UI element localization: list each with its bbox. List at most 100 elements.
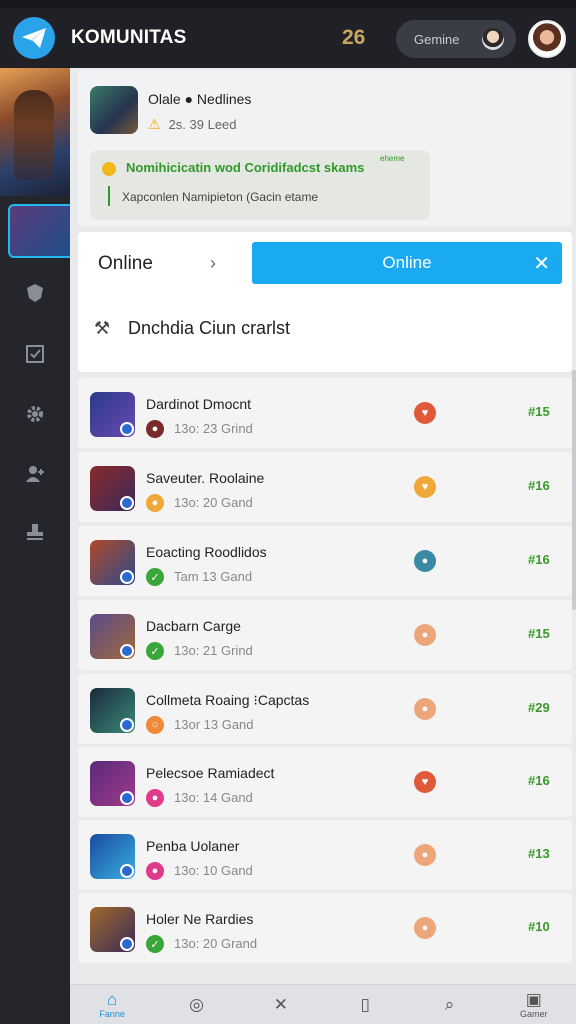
item-rank: #16 [528, 478, 550, 493]
list-item[interactable]: Eoacting Roodlidos ✓ Tam 13 Gand ● #16 [78, 526, 572, 596]
news-title: Olale ● Nedlines [148, 91, 252, 107]
item-title: Pelecsoe Ramiadect [146, 765, 275, 781]
bottom-navigation: ⌂ Fanne ◎ ✕ ▯ ⌕ ▣ Gamer [70, 984, 576, 1024]
reaction-icon[interactable]: ♥ [414, 402, 436, 424]
notice-body: Xapconlen Namipieton (Gacin etame [122, 190, 319, 204]
profile-label: Gemine [414, 31, 460, 47]
reaction-icon[interactable]: ● [414, 624, 436, 646]
warning-icon: ⚠ [148, 116, 161, 132]
status-icon: ● [146, 420, 164, 438]
nav-label: Fanne [99, 1008, 125, 1019]
coin-icon [102, 162, 116, 176]
sidebar-shield-icon[interactable] [22, 280, 48, 306]
app-logo-icon[interactable] [13, 17, 55, 59]
item-title: Dardinot Dmocnt [146, 396, 252, 412]
filter-card: Online › Online ✕ ⚒ Dnchdia Ciun crarlst [78, 232, 572, 372]
item-meta: 13or 13 Gand [174, 717, 254, 732]
sidebar-add-user-icon[interactable] [22, 461, 48, 487]
status-icon: ✓ [146, 568, 164, 586]
list-item[interactable]: Penba Uolaner ● 13o: 10 Gand ● #13 [78, 820, 572, 890]
list-item[interactable]: Collmeta Roaing ⁝Capctas ○ 13or 13 Gand ● #2… [78, 674, 572, 744]
tab-online-active[interactable]: Online ✕ [252, 242, 562, 284]
list-item[interactable]: Saveuter. Roolaine ● 13o: 20 Gand ♥ #16 [78, 452, 572, 522]
chevron-right-icon[interactable]: › [210, 253, 216, 274]
verified-badge-icon [120, 570, 134, 584]
nav-item-search[interactable]: ⌕ [407, 985, 491, 1024]
status-icon: ✓ [146, 935, 164, 953]
item-meta: 13o: 23 Grind [174, 421, 253, 436]
verified-badge-icon [120, 718, 134, 732]
item-meta: 13o: 10 Gand [174, 863, 253, 878]
item-title: Saveuter. Roolaine [146, 470, 265, 486]
item-title: Dacbarn Carge [146, 618, 241, 634]
section-title: Dnchdia Ciun crarlst [128, 318, 291, 338]
notice-title: Nomihicicatin wod Coridifadcst skams [126, 160, 365, 175]
user-avatar[interactable] [528, 20, 566, 58]
news-card[interactable]: Olale ● Nedlines ⚠ 2s. 39 Leed Nomihicic… [78, 70, 572, 226]
reaction-icon[interactable]: ♥ [414, 476, 436, 498]
sidebar-stamp-icon[interactable] [22, 519, 48, 545]
sidebar-gear-icon[interactable] [22, 401, 48, 427]
verified-badge-icon [120, 864, 134, 878]
status-icon: ● [146, 494, 164, 512]
reaction-icon[interactable]: ● [414, 844, 436, 866]
status-icon: ✓ [146, 642, 164, 660]
item-meta: 13o: 20 Gand [174, 495, 253, 510]
notice-banner[interactable]: Nomihicicatin wod Coridifadcst skams ehe… [90, 150, 430, 220]
nav-item-bookmark[interactable]: ▯ [323, 985, 407, 1024]
verified-badge-icon [120, 496, 134, 510]
search-icon: ⌕ [444, 994, 455, 1014]
left-sidebar [0, 68, 70, 1024]
sidebar-checklist-icon[interactable] [22, 341, 48, 367]
app-title: KOMUNITAS [71, 27, 187, 48]
list-item[interactable]: Dardinot Dmocnt ● 13o: 23 Grind ♥ #15 [78, 378, 572, 448]
tab-online-inactive[interactable]: Online [98, 253, 153, 275]
gamer-icon: ▣ [525, 989, 542, 1009]
item-meta: Tam 13 Gand [174, 569, 253, 584]
verified-badge-icon [120, 422, 134, 436]
notice-badge: eheme [380, 154, 405, 163]
profile-switcher-button[interactable]: Gemine [396, 20, 516, 58]
profile-pill-avatar [482, 28, 504, 50]
verified-badge-icon [120, 644, 134, 658]
list-item[interactable]: Dacbarn Carge ✓ 13o: 21 Grind ● #15 [78, 600, 572, 670]
item-rank: #16 [528, 773, 550, 788]
reaction-icon[interactable]: ● [414, 698, 436, 720]
item-title: Holer Ne Rardies [146, 911, 254, 927]
item-rank: #15 [528, 404, 550, 419]
nav-item-compass[interactable]: ◎ [154, 985, 238, 1024]
nav-label: Gamer [520, 1008, 548, 1019]
main-panel: Olale ● Nedlines ⚠ 2s. 39 Leed Nomihicic… [78, 70, 572, 984]
nav-item-sword[interactable]: ✕ [239, 985, 323, 1024]
sword-icon: ✕ [273, 994, 288, 1014]
item-rank: #10 [528, 919, 550, 934]
item-meta: 13o: 20 Grand [174, 936, 258, 951]
home-icon: ⌂ [107, 989, 118, 1009]
nav-item-home[interactable]: ⌂ Fanne [70, 985, 154, 1024]
status-bar [0, 0, 576, 8]
news-meta: ⚠ 2s. 39 Leed [148, 116, 237, 133]
item-title: Eoacting Roodlidos [146, 544, 267, 560]
reaction-icon[interactable]: ● [414, 917, 436, 939]
scrollbar[interactable] [572, 370, 576, 610]
hero-figure [14, 90, 54, 180]
compass-icon: ◎ [189, 994, 204, 1014]
close-icon[interactable]: ✕ [533, 251, 550, 276]
news-meta-text: 2s. 39 Leed [168, 117, 237, 132]
reaction-icon[interactable]: ● [414, 550, 436, 572]
verified-badge-icon [120, 937, 134, 951]
nav-item-gamer[interactable]: ▣ Gamer [492, 985, 576, 1024]
tools-icon: ⚒ [94, 318, 111, 338]
list-item[interactable]: Pelecsoe Ramiadect ● 13o: 14 Gand ♥ #16 [78, 747, 572, 817]
sidebar-item-selected-game[interactable] [8, 204, 70, 258]
verified-badge-icon [120, 791, 134, 805]
sidebar-hero-image[interactable] [0, 68, 70, 196]
paper-plane-icon [22, 28, 46, 48]
item-title: Penba Uolaner [146, 838, 240, 854]
tab-active-label: Online [382, 253, 432, 272]
list-item[interactable]: Holer Ne Rardies ✓ 13o: 20 Grand ● #10 [78, 893, 572, 963]
bookmark-icon: ▯ [360, 994, 370, 1014]
status-icon: ● [146, 862, 164, 880]
reaction-icon[interactable]: ♥ [414, 771, 436, 793]
app-header: KOMUNITAS 26 Gemine [0, 8, 576, 68]
